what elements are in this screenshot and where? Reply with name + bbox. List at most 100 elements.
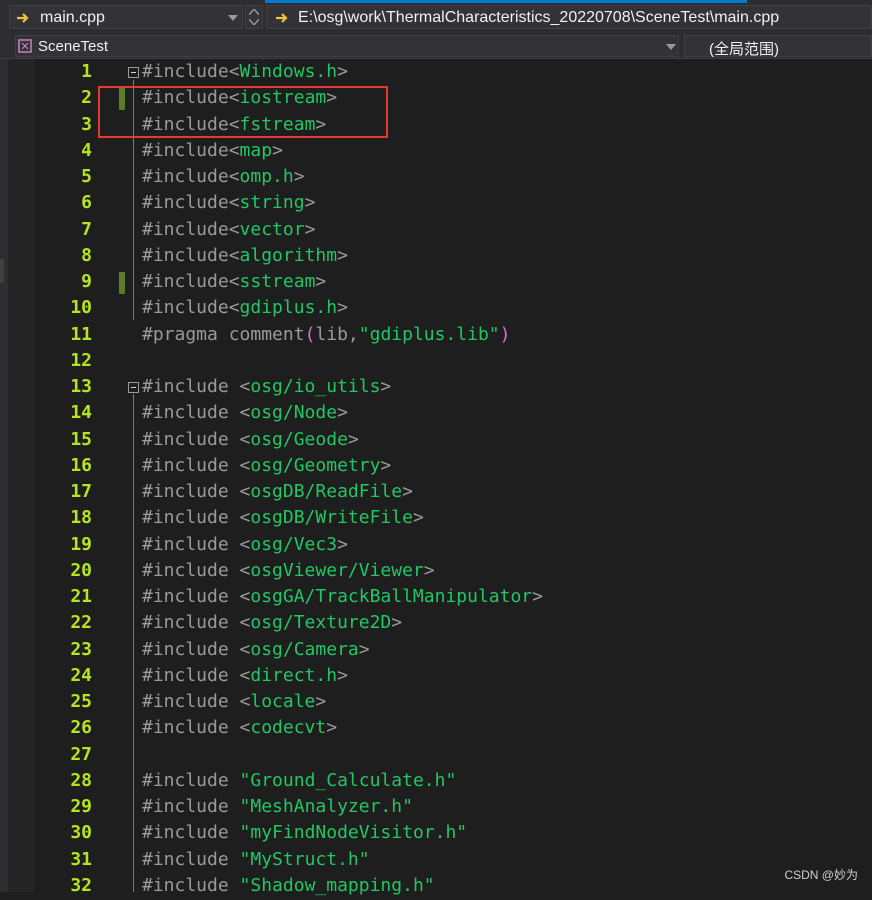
code-text: #include <osgViewer/Viewer> [142, 560, 435, 581]
line-number: 22 [70, 612, 92, 634]
code-line[interactable]: 24 #include <direct.h> [0, 664, 872, 690]
code-line[interactable]: 7 #include<vector> [0, 218, 872, 244]
include-target: string [239, 192, 305, 214]
code-token: > [272, 139, 283, 161]
code-line[interactable]: 22 #include <osg/Texture2D> [0, 611, 872, 637]
line-number: 19 [70, 533, 92, 555]
code-line[interactable]: 23 #include <osg/Camera> [0, 638, 872, 664]
code-line[interactable]: 30 #include "myFindNodeVisitor.h" [0, 821, 872, 847]
scope-dropdown[interactable]: (全局范围) [684, 35, 872, 58]
code-text: #include<omp.h> [142, 166, 305, 187]
code-line[interactable]: 8 #include<algorithm> [0, 244, 872, 270]
code-line[interactable]: 25 #include <locale> [0, 690, 872, 716]
code-line[interactable]: 4 #include<map> [0, 139, 872, 165]
code-token: > [358, 638, 370, 660]
code-line[interactable]: 13 #include <osg/io_utils> [0, 375, 872, 401]
project-dropdown[interactable]: SceneTest [15, 35, 679, 57]
line-number: 32 [70, 874, 92, 896]
code-line[interactable]: 14 #include <osg/Node> [0, 401, 872, 427]
code-token: #include < [142, 717, 251, 739]
chevron-up-icon[interactable] [249, 9, 259, 15]
include-target: gdiplus.h [239, 297, 338, 319]
code-text: #include <osgDB/WriteFile> [142, 507, 424, 528]
code-line[interactable]: 5 #include<omp.h> [0, 165, 872, 191]
code-token: #include < [142, 664, 251, 686]
code-text: #include <direct.h> [142, 665, 348, 686]
scope-bar: SceneTest (全局范围) [0, 34, 872, 59]
file-dropdown[interactable]: main.cpp [9, 5, 243, 29]
code-token: > [337, 533, 348, 555]
code-text: #include <osg/Geometry> [142, 455, 391, 476]
code-text: #include "MyStruct.h" [142, 849, 370, 870]
code-token: > [380, 376, 392, 397]
code-line[interactable]: 27 [0, 743, 872, 769]
line-number: 25 [70, 691, 92, 712]
code-text: #include <osgDB/ReadFile> [142, 481, 413, 502]
code-line[interactable]: 15 #include <osg/Geode> [0, 428, 872, 454]
watermark: CSDN @妙为 [784, 868, 858, 882]
include-target: locale [250, 691, 316, 712]
code-line[interactable]: 32 #include "Shadow_mapping.h" [0, 874, 872, 900]
code-line[interactable]: 10 #include<gdiplus.h> [0, 296, 872, 322]
code-token: > [337, 664, 348, 686]
code-text: #include<vector> [142, 219, 315, 240]
line-number: 17 [70, 481, 92, 502]
code-text: #include<map> [142, 140, 283, 161]
collapse-icon[interactable] [128, 67, 139, 78]
code-token: #include < [142, 376, 251, 397]
line-number: 7 [81, 218, 92, 240]
scroll-spinner[interactable] [245, 5, 263, 29]
code-token: #include< [142, 218, 240, 240]
path-dropdown[interactable]: E:\osg\work\ThermalCharacteristics_20220… [266, 5, 872, 29]
line-number: 23 [70, 638, 92, 660]
chevron-down-icon[interactable] [249, 19, 259, 25]
code-text: #include "myFindNodeVisitor.h" [142, 822, 467, 843]
code-line[interactable]: 9 #include<sstream> [0, 270, 872, 296]
line-number: 20 [70, 559, 92, 581]
code-text: #include <osg/Texture2D> [142, 612, 402, 633]
code-line[interactable]: 6 #include<string> [0, 191, 872, 217]
arrow-right-icon [276, 13, 288, 23]
code-line[interactable]: 1 #include<Windows.h> [0, 60, 872, 86]
code-line[interactable]: 11 #pragma comment(lib,"gdiplus.lib") [0, 323, 872, 349]
code-token: #include< [142, 271, 240, 292]
code-token: #include [142, 769, 240, 791]
line-number: 3 [81, 113, 92, 135]
code-token: #include< [142, 192, 240, 214]
collapse-icon[interactable] [128, 382, 139, 393]
code-text: #include "Shadow_mapping.h" [142, 875, 435, 896]
code-token: #include [142, 796, 240, 817]
line-number: 28 [70, 769, 92, 791]
line-number: 9 [81, 271, 92, 292]
code-line[interactable]: 18 #include <osgDB/WriteFile> [0, 506, 872, 532]
code-line[interactable]: 29 #include "MeshAnalyzer.h" [0, 795, 872, 821]
code-text: #include <locale> [142, 691, 326, 712]
code-token: > [326, 717, 338, 739]
code-text: #include <osgGA/TrackBallManipulator> [142, 586, 543, 607]
code-line[interactable]: 19 #include <osg/Vec3> [0, 533, 872, 559]
include-target: osg/Node [250, 402, 338, 424]
navigation-bar: main.cpp E:\osg\work\ThermalCharacterist… [0, 0, 872, 34]
code-line[interactable]: 21 #include <osgGA/TrackBallManipulator> [0, 585, 872, 611]
code-text: #include <osg/Camera> [142, 639, 370, 660]
code-line[interactable]: 16 #include <osg/Geometry> [0, 454, 872, 480]
chevron-down-icon[interactable] [228, 15, 238, 21]
code-line[interactable]: 12 [0, 349, 872, 375]
code-token: > [293, 166, 305, 187]
code-line[interactable]: 26 #include <codecvt> [0, 716, 872, 742]
code-line[interactable]: 28 #include "Ground_Calculate.h" [0, 769, 872, 795]
code-text: #include <codecvt> [142, 717, 337, 738]
include-target: osg/io_utils [250, 376, 381, 397]
code-token: ) [499, 323, 511, 345]
code-line[interactable]: 17 #include <osgDB/ReadFile> [0, 480, 872, 506]
code-token: > [337, 402, 348, 424]
line-number: 5 [81, 166, 92, 187]
code-line[interactable]: 20 #include <osgViewer/Viewer> [0, 559, 872, 585]
code-token: > [423, 559, 435, 581]
code-line[interactable]: 31 #include "MyStruct.h" [0, 848, 872, 874]
chevron-down-icon[interactable] [666, 44, 676, 50]
include-target: sstream [239, 271, 316, 292]
code-token: #include < [142, 638, 251, 660]
code-text: #pragma comment(lib,"gdiplus.lib") [142, 324, 511, 345]
code-text: #include "Ground_Calculate.h" [142, 770, 456, 791]
